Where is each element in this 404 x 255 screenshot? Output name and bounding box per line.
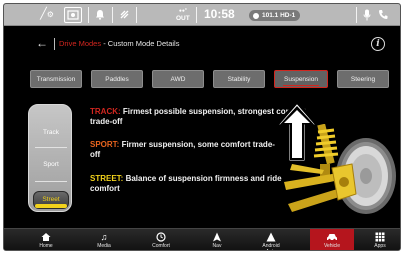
home-icon (41, 232, 51, 243)
sport-term: SPORT: (90, 140, 120, 149)
android-auto-icon (266, 232, 276, 243)
infotainment-screen: ╱ ⚙ ●●° OUT 10:58 101.1 HD-1 ← Drive Mod… (3, 3, 401, 251)
notification-bell-icon[interactable] (92, 6, 108, 23)
nav-media-label: Media (97, 243, 111, 249)
nav-comfort-label: Comfort (152, 243, 170, 249)
clock: 10:58 (204, 7, 235, 21)
street-description: STREET: Balance of suspension firmness a… (90, 174, 300, 193)
nav-home-label: Home (39, 243, 53, 249)
nav-comfort[interactable]: Comfort (142, 229, 180, 250)
outside-temperature: ●●° OUT (176, 8, 190, 22)
header-divider (54, 38, 55, 50)
wireless-charging-icon[interactable] (116, 6, 132, 23)
sport-description: SPORT: Firmer suspension, some comfort t… (90, 140, 275, 159)
bottom-navigation: Home ♫ Media Comfort Nav Android Auto (4, 228, 400, 250)
selected-indicator (35, 204, 67, 208)
nav-android-auto[interactable]: Android Auto (254, 229, 288, 250)
mode-street[interactable]: Street (29, 196, 73, 203)
suspension-mode-selector: Track Sport Street (28, 104, 72, 212)
nav-vehicle[interactable]: Vehicle (310, 229, 354, 250)
phone-icon[interactable] (376, 6, 390, 23)
nav-apps[interactable]: Apps (366, 229, 394, 250)
page-title: Custom Mode Details (107, 39, 180, 48)
mode-track[interactable]: Track (29, 129, 73, 136)
vehicle-icon (326, 232, 338, 243)
radio-station-indicator[interactable]: 101.1 HD-1 (249, 10, 301, 21)
nav-android-auto-label: Android Auto (262, 243, 280, 250)
tab-stability[interactable]: Stability (213, 70, 265, 88)
track-term: TRACK: (90, 107, 121, 116)
status-bar: ╱ ⚙ ●●° OUT 10:58 101.1 HD-1 (4, 4, 400, 26)
tab-awd[interactable]: AWD (152, 70, 204, 88)
tab-steering[interactable]: Steering (337, 70, 389, 88)
nav-vehicle-label: Vehicle (323, 243, 341, 249)
nav-navigation[interactable]: Nav (200, 229, 234, 250)
info-icon[interactable]: i (371, 37, 385, 51)
navigation-icon (212, 232, 222, 243)
apps-grid-icon (375, 232, 385, 243)
radio-signal-icon (253, 12, 259, 19)
nav-home[interactable]: Home (28, 229, 64, 250)
suspension-illustration (284, 124, 396, 214)
mode-sport[interactable]: Sport (29, 161, 73, 168)
climate-status-icon[interactable] (64, 7, 82, 23)
breadcrumb-parent[interactable]: Drive Modes (59, 39, 101, 48)
breadcrumb-separator: - (101, 39, 108, 48)
tab-suspension[interactable]: Suspension (274, 70, 328, 88)
voice-recognition-icon[interactable] (360, 6, 374, 23)
back-button[interactable]: ← (36, 36, 48, 50)
user-settings-icon: ⚙ (46, 9, 54, 19)
settings-tabs: Transmission Paddles AWD Stability Suspe… (4, 70, 400, 88)
driver-profile-control[interactable]: ╱ ⚙ (34, 6, 60, 23)
radio-station-label: 101.1 HD-1 (262, 12, 296, 19)
tab-transmission[interactable]: Transmission (30, 70, 82, 88)
nav-apps-label: Apps (374, 243, 386, 249)
back-arrow-icon: ← (36, 36, 48, 50)
page-header: ← Drive Modes - Custom Mode Details i (4, 34, 400, 54)
tab-paddles[interactable]: Paddles (91, 70, 143, 88)
street-term: STREET: (90, 174, 124, 183)
nav-media[interactable]: ♫ Media (86, 229, 122, 250)
signal-icon: ╱ (40, 8, 47, 20)
comfort-icon (156, 232, 166, 243)
music-note-icon: ♫ (100, 232, 108, 242)
breadcrumb: Drive Modes - Custom Mode Details (59, 39, 179, 48)
nav-navigation-label: Nav (212, 243, 222, 249)
